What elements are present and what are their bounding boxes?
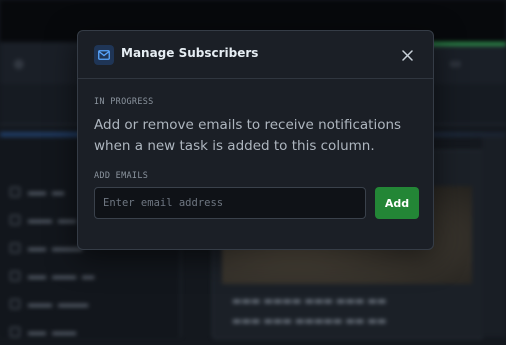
add-button[interactable]: Add xyxy=(375,187,419,219)
email-input[interactable] xyxy=(94,187,366,219)
add-emails-label: ADD EMAILS xyxy=(94,171,149,181)
app-card-text: ▬▬▬ ▬▬▬ ▬▬▬▬▬ ▬▬ ▬▬ xyxy=(232,316,387,327)
sidebar-item: ▬▬▬ ▬▬▬▬ xyxy=(10,327,76,345)
modal-description: Add or remove emails to receive notifica… xyxy=(94,117,402,154)
column-name-label: IN PROGRESS xyxy=(94,97,154,107)
close-icon xyxy=(401,49,413,61)
sidebar-item: ▬▬▬ ▬▬▬▬ ▬▬ xyxy=(10,271,94,289)
sidebar-item: ▬▬▬ ▬▬▬▬▬ xyxy=(10,243,82,261)
close-button[interactable] xyxy=(397,45,417,65)
sidebar-item: ▬▬▬▬ ▬▬▬ xyxy=(10,215,76,233)
app-card-text: ▬▬▬ ▬▬▬▬ ▬▬▬ ▬▬▬ ▬▬ xyxy=(232,296,387,307)
sidebar-item: ▬▬▬ ▬▬ xyxy=(10,187,64,205)
blurred-toolbar-button: ▭ xyxy=(450,57,461,70)
modal-title: Manage Subscribers xyxy=(121,46,259,60)
sidebar-item: ▬▬▬▬ ▬▬▬▬▬ xyxy=(10,299,88,317)
modal-header: Manage Subscribers xyxy=(78,31,433,79)
mail-icon xyxy=(94,45,114,65)
app-right-rail xyxy=(482,137,506,337)
blurred-toolbar-icon: ◎ xyxy=(14,57,24,70)
manage-subscribers-modal: Manage Subscribers IN PROGRESS Add or re… xyxy=(77,30,434,250)
